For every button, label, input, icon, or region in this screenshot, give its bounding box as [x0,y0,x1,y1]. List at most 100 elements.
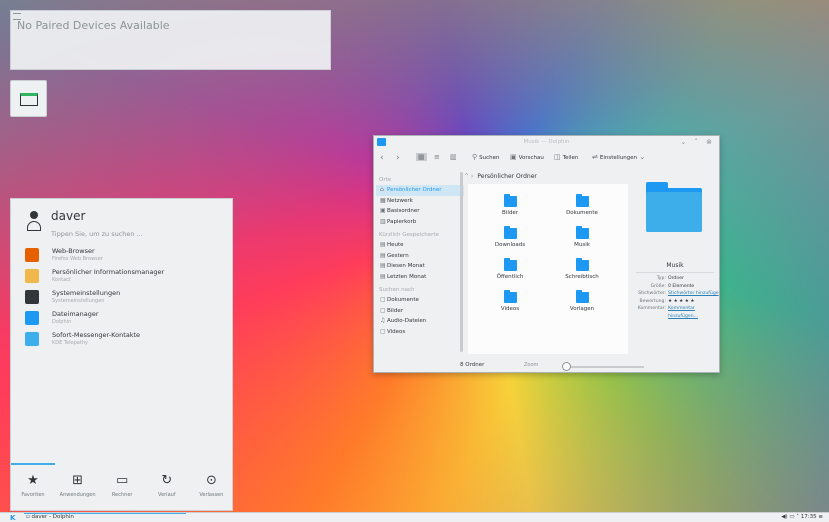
preview-button[interactable]: ▣ Vorschau [510,153,544,161]
app-name: Web-Browser [52,247,95,255]
folder-item[interactable]: Musik [552,226,612,256]
compact-view-icon[interactable]: ≡ [434,153,440,161]
taskbar: K ▫ daver - Dolphin ◀) ▭ ˄ 17:35 ≡ [0,512,829,522]
places-item[interactable]: ▢Dokumente [376,295,464,306]
places-item[interactable]: ▦Netzwerk [376,196,464,207]
launcher-app-item[interactable]: Sofort-Messenger-Kontakte KDE Telepathy [25,329,225,350]
tab-label: Anwendungen [59,492,96,498]
launcher-app-item[interactable]: Dateimanager Dolphin [25,308,225,329]
tab-rechner[interactable]: ▭ Rechner [100,469,144,509]
info-row: Bewertung: ★ ★ ★ ★ ★ [632,299,718,304]
split-button[interactable]: ◫ Teilen [554,153,578,161]
icons-view-icon[interactable]: ▦ [416,153,427,161]
chevron-down-icon: ⌄ [637,153,646,161]
panel-menu-icon[interactable]: ≡ [818,514,823,520]
toolbar: ‹ › ▦ ≡ ▥ ⚲ Suchen ▣ Vorschau ◫ Teilen ⇌ Ein… [374,150,719,170]
info-value[interactable]: Stichwörter hinzufüge [668,291,719,296]
places-item[interactable]: ▤Gestern [376,251,464,262]
tab-label: Rechner [111,492,133,498]
places-item[interactable]: ⌂ Persönlicher Ordner [376,185,464,196]
folder-icon [503,226,517,239]
info-key: Stichwörter: [638,291,666,296]
user-avatar-icon [27,211,41,233]
breadcrumb[interactable]: ^ › Persönlicher Ordner [464,173,537,180]
back-icon[interactable]: ‹ [380,153,384,163]
tab-verlassen[interactable]: ⊙ Verlassen [189,469,233,509]
info-row: hinzufügen... [632,314,718,319]
preview-icon: ▣ [510,153,517,161]
folder-item[interactable]: Öffentlich [480,258,540,288]
search-button[interactable]: ⚲ Suchen [472,153,500,161]
task-dolphin[interactable]: ▫ daver - Dolphin [26,514,74,520]
places-item[interactable]: ▢Videos [376,327,464,338]
split-icon: ◫ [554,153,561,161]
tab-icon: ↻ [161,473,173,488]
kde-launcher-icon[interactable]: K [10,514,15,522]
places-item[interactable]: ♫ Audio-Dateien [376,316,464,327]
zoom-track[interactable] [564,366,644,368]
forward-icon[interactable]: › [396,153,400,163]
sidebar-scrollbar[interactable] [460,172,463,352]
status-text: 8 Ordner [460,362,485,368]
folder-icon [575,226,589,239]
details-view-icon[interactable]: ▥ [450,153,457,161]
expand-tray-icon[interactable]: ˄ [796,514,799,520]
folder-label: Dokumente [566,210,598,216]
place-label: Diesen Monat [387,263,425,269]
tab-verlauf[interactable]: ↻ Verlauf [145,469,189,509]
info-value: 0 Elemente [668,283,695,289]
app-description: Firefox Web Browser [52,256,103,262]
info-value[interactable]: hinzufügen... [668,314,698,319]
tab-label: Favoriten [21,492,45,498]
information-panel: Musik Typ: Ordner Größe: 0 Elemente Stichwör… [632,172,719,362]
folder-item[interactable]: Downloads [480,226,540,256]
places-item[interactable]: ▢Bilder [376,306,464,317]
search-hint[interactable]: Tippen Sie, um zu suchen ... [51,230,143,238]
places-item[interactable]: ▤Heute [376,240,464,251]
places-item[interactable]: ▥Papierkorb [376,217,464,228]
folder-item[interactable]: Schreibtisch [552,258,612,288]
display-icon[interactable]: ▭ [789,514,794,520]
places-section-heading: Orte [379,177,392,183]
tab-favoriten[interactable]: ★ Favoriten [11,469,55,509]
titlebar[interactable]: Musik — Dolphin ⌄ ˄ ⊗ [374,136,719,149]
folder-label: Vorlagen [569,306,595,312]
places-item[interactable]: ▣Basisordner [376,206,464,217]
launcher-app-item[interactable]: Persönlicher Informationsmanager Kontact [25,266,225,287]
app-icon [25,311,39,325]
places-item[interactable]: ▤Diesen Monat [376,261,464,272]
volume-icon[interactable]: ◀) [781,514,787,520]
zoom-slider-handle[interactable] [562,362,571,371]
folder-icon [575,290,589,303]
folder-icon [503,290,517,303]
app-name: Systemeinstellungen [52,289,121,297]
app-icon [25,290,39,304]
place-icon: ▥ [380,217,386,225]
launcher-app-item[interactable]: Systemeinstellungen Systemeinstellungen [25,287,225,308]
folder-item[interactable]: Vorlagen [552,290,612,320]
launcher-app-item[interactable]: Web-Browser Firefox Web Browser [25,245,225,266]
clock[interactable]: 17:35 [801,514,817,520]
dolphin-window: Musik — Dolphin ⌄ ˄ ⊗ ‹ › ▦ ≡ ▥ ⚲ Suchen … [373,135,720,373]
places-item[interactable]: ▤Letzten Monat [376,272,464,283]
folder-icon [575,194,589,207]
folder-item[interactable]: Dokumente [552,194,612,224]
settings-button[interactable]: ⇌ Einstellungen ⌄ [592,153,645,161]
search-label: Suchen [479,155,500,161]
info-key: Typ: [656,276,666,281]
folder-icon [503,194,517,207]
favorites-list: Web-Browser Firefox Web Browser Persönlich… [25,245,225,350]
folder-label: Videos [500,306,520,312]
tab-icon: ★ [27,473,39,488]
user-name: daver [51,209,86,223]
folder-item[interactable]: Bilder [480,194,540,224]
info-folder-name: Musik [666,262,684,269]
app-description: Systemeinstellungen [52,298,105,304]
place-icon: ▢ [380,296,386,303]
window-controls[interactable]: ⌄ ˄ ⊗ [680,138,715,146]
window-tile[interactable] [10,80,47,117]
folder-item[interactable]: Videos [480,290,540,320]
info-value[interactable]: Kommentar [668,306,695,311]
tab-anwendungen[interactable]: ⊞ Anwendungen [56,469,100,509]
app-name: Sofort-Messenger-Kontakte [52,331,141,339]
